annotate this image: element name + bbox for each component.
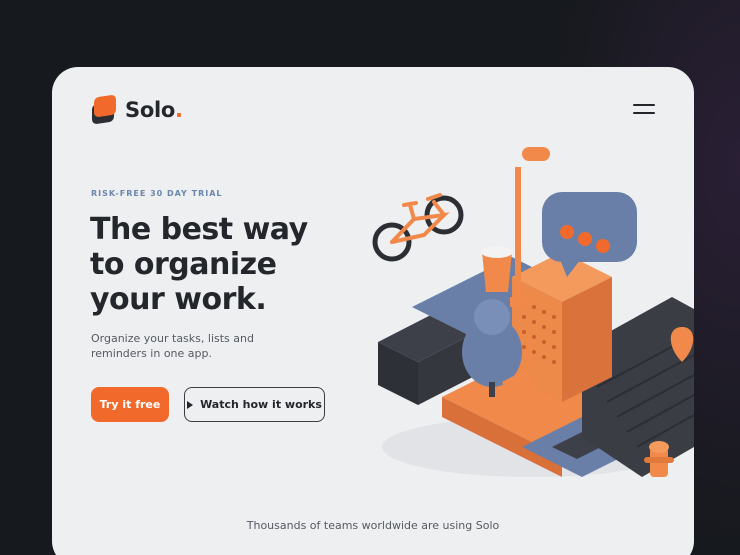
landing-card: Solo. RISK-FREE 30 DAY TRIAL The best wa… bbox=[52, 67, 694, 555]
try-it-free-button[interactable]: Try it free bbox=[91, 387, 169, 422]
play-icon bbox=[187, 400, 194, 409]
isometric-city-illustration bbox=[372, 147, 694, 477]
hero-headline: The best way to organize your work. bbox=[90, 212, 308, 317]
brand-logo[interactable]: Solo. bbox=[90, 94, 183, 125]
brand-name: Solo. bbox=[125, 98, 183, 122]
watch-video-label: Watch how it works bbox=[200, 398, 322, 411]
watch-video-button[interactable]: Watch how it works bbox=[184, 387, 325, 422]
hero-subtext: Organize your tasks, lists and reminders… bbox=[91, 332, 254, 360]
solo-logo-icon bbox=[90, 94, 118, 125]
hamburger-menu-icon[interactable] bbox=[633, 104, 655, 114]
social-proof-text: Thousands of teams worldwide are using S… bbox=[246, 519, 500, 532]
trial-eyebrow: RISK-FREE 30 DAY TRIAL bbox=[91, 189, 223, 198]
